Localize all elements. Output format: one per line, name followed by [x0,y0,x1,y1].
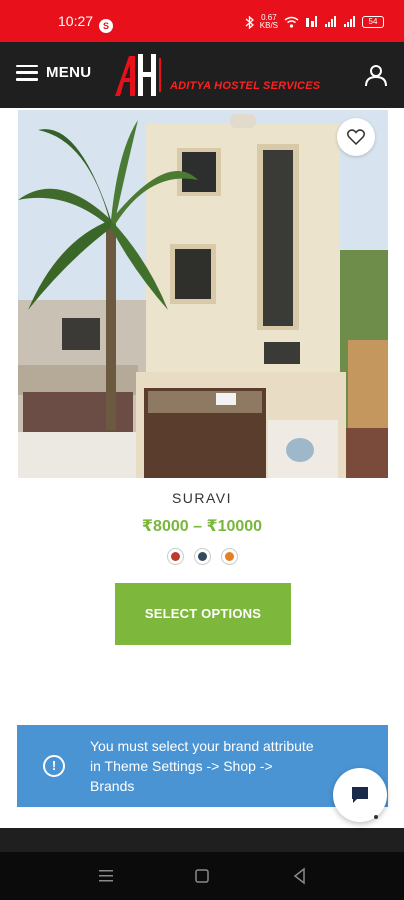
notification-badge: S [99,19,113,33]
ah-logo-icon[interactable] [113,52,163,98]
notice-text: You must select your brand attribute in … [90,738,314,794]
menu-button[interactable]: MENU [16,64,91,81]
hostel-building-photo [18,110,388,478]
brand-badges [0,548,404,565]
user-icon[interactable] [364,63,388,87]
product-price: ₹8000 – ₹10000 [141,518,263,535]
brand-logo-1[interactable] [166,548,184,565]
chat-icon [352,787,368,803]
menu-label: MENU [46,64,92,81]
status-icons: 0.67 KB/S 54 [245,14,384,30]
brand-logo-2[interactable] [193,548,211,565]
wifi-icon [284,16,299,28]
battery-indicator: 54 [362,16,384,28]
signal-icon-1 [325,16,336,27]
network-speed: 0.67 KB/S [259,13,278,30]
chat-indicator-dot [374,815,378,819]
volte-icon [306,16,317,27]
chat-button[interactable] [333,768,387,822]
heart-icon [347,129,365,145]
signal-icon-2 [344,16,355,27]
footer-strip [0,828,404,852]
brand-logo-3[interactable] [220,548,238,565]
brand-name[interactable]: ADITYA HOSTEL SERVICES [170,80,320,92]
recents-icon[interactable] [96,866,116,886]
status-bar: 10:27 S 0.67 KB/S 54 [0,0,404,42]
bluetooth-icon [245,15,254,29]
home-icon[interactable] [192,866,212,886]
product-name[interactable]: SURAVI [0,490,404,506]
wishlist-button[interactable] [337,118,375,156]
info-icon: ! [43,755,65,777]
hamburger-icon [16,64,38,81]
product-image[interactable] [18,110,388,478]
select-options-button[interactable]: SELECT OPTIONS [115,583,291,645]
back-icon[interactable] [290,866,310,886]
system-nav-bar [0,852,404,900]
status-time: 10:27 [58,13,94,29]
site-header: MENU ADITYA HOSTEL SERVICES [0,42,404,108]
